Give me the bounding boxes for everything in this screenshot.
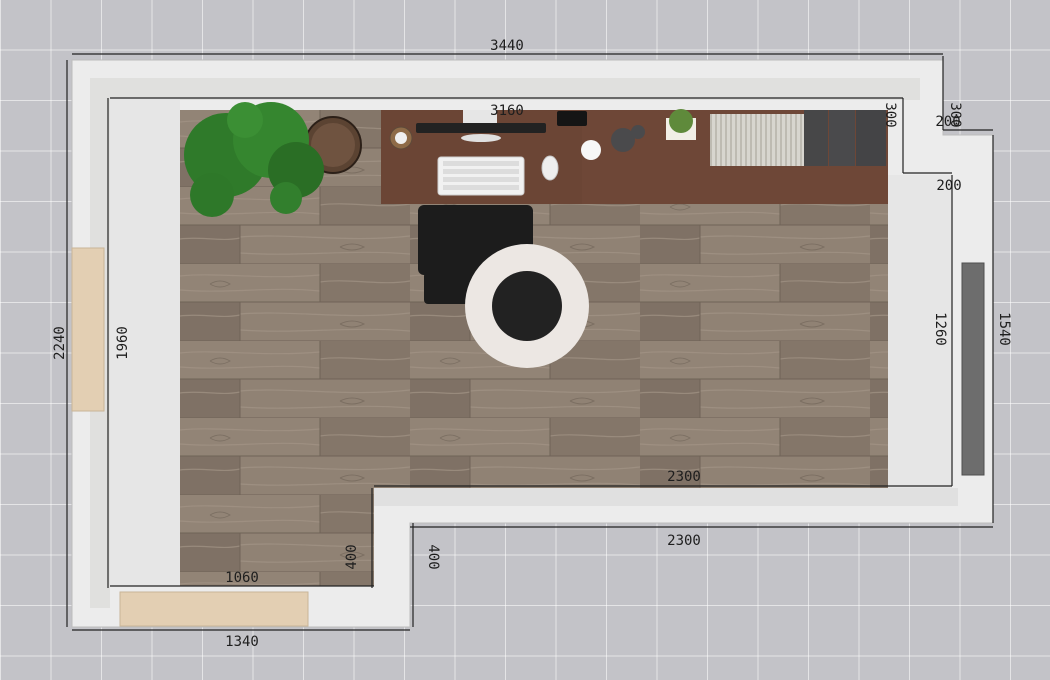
dim-outer-right: 1540 xyxy=(996,312,1012,346)
storage-box-2 xyxy=(829,110,855,166)
right-window[interactable] xyxy=(961,262,985,476)
dim-inner-right: 1260 xyxy=(932,312,948,346)
dim-bottom-outer: 1340 xyxy=(225,634,259,650)
floor-plan: 3440 3160 2240 1960 1540 1260 300 300 20… xyxy=(52,38,1012,650)
desk-plant xyxy=(669,109,693,133)
dim-inner-left: 1960 xyxy=(115,326,131,360)
cat-figurine-head xyxy=(631,125,645,139)
cup-inside xyxy=(395,132,407,144)
dim-outer-top: 3440 xyxy=(490,38,524,54)
dim-step-inner-vertical: 400 xyxy=(344,544,360,569)
left-window xyxy=(71,247,105,412)
dim-outer-left: 2240 xyxy=(52,326,68,360)
round-rug-center xyxy=(492,271,562,341)
dim-inner-top: 3160 xyxy=(490,103,524,119)
dim-bottom-step-inner: 2300 xyxy=(667,469,701,485)
monitor[interactable] xyxy=(416,123,546,133)
bookshelf xyxy=(710,114,804,166)
mouse[interactable] xyxy=(541,155,559,181)
bottom-wall-strip xyxy=(374,488,958,506)
storage-box-3 xyxy=(856,110,886,166)
dim-bottom-step-outer: 2300 xyxy=(667,533,701,549)
door[interactable] xyxy=(119,591,309,627)
storage-box-1 xyxy=(804,110,828,166)
dim-step-outer-vertical: 400 xyxy=(425,544,441,569)
dim-notch-horizontal-top: 200 xyxy=(935,114,960,130)
dim-bottom-inner: 1060 xyxy=(225,570,259,586)
phone xyxy=(557,111,587,126)
monitor-base xyxy=(461,134,501,142)
dim-notch-vertical-inner: 300 xyxy=(882,102,898,127)
dim-notch-horizontal-bottom: 200 xyxy=(936,178,961,194)
floor-plan-canvas: 3440 3160 2240 1960 1540 1260 300 300 20… xyxy=(0,0,1050,680)
desk-lamp xyxy=(581,140,601,160)
